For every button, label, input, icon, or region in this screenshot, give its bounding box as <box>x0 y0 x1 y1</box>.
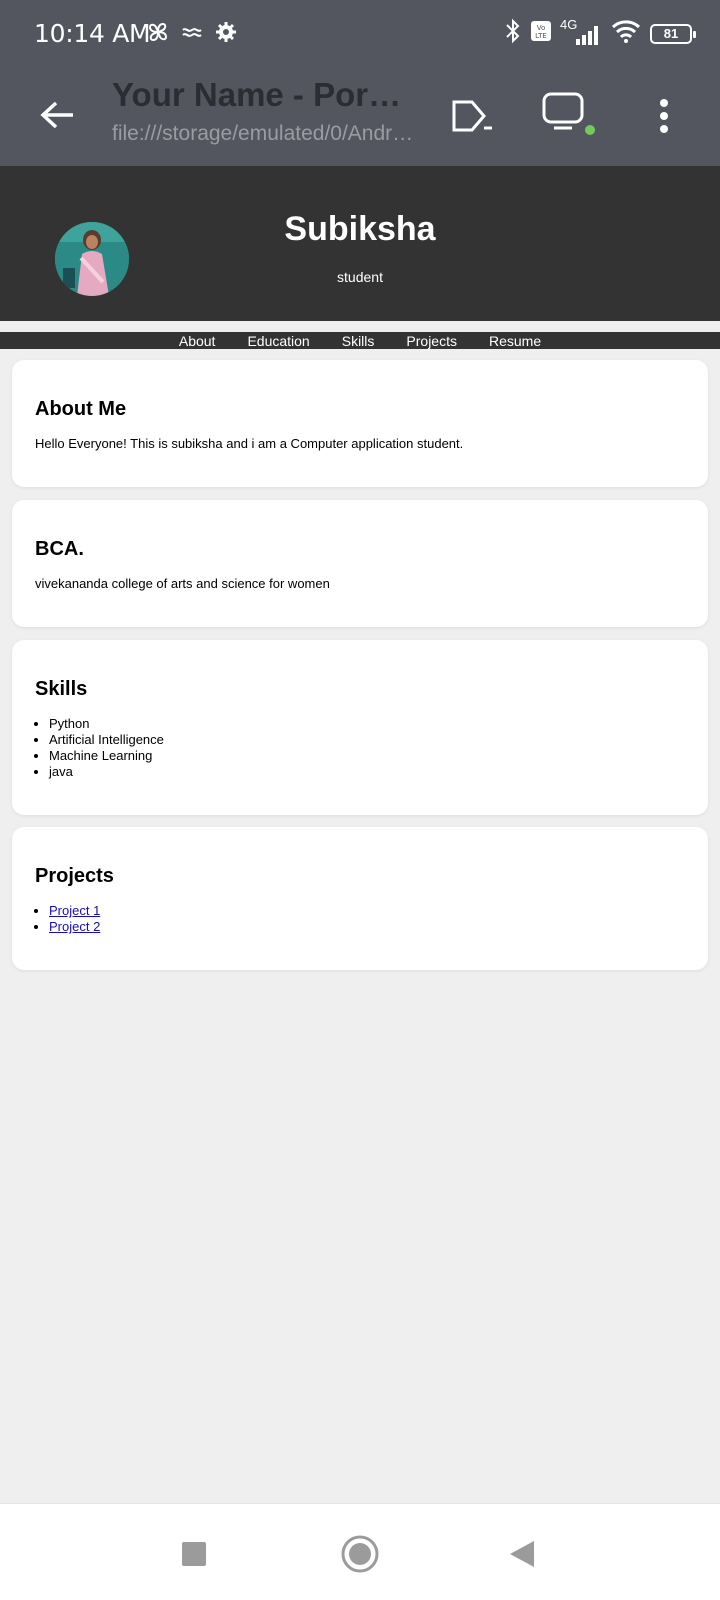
about-text: Hello Everyone! This is subiksha and i a… <box>35 436 464 451</box>
site-tagline: student <box>337 269 383 285</box>
project-item: Project 2 <box>49 919 100 935</box>
skill-item: Artificial Intelligence <box>49 732 164 748</box>
svg-text:LTE: LTE <box>535 32 547 40</box>
desktop-view-button[interactable] <box>540 88 596 144</box>
about-heading: About Me <box>35 398 127 420</box>
open-external-icon <box>452 100 492 132</box>
nav-link-resume[interactable]: Resume <box>489 333 541 349</box>
site-name: Subiksha <box>284 210 436 248</box>
status-bar: 10:14 AM Vo LTE 4G 81 <box>0 0 720 70</box>
project-link-1[interactable]: Project 1 <box>49 903 100 918</box>
data-saver-icon <box>180 20 204 49</box>
recents-button[interactable] <box>174 1534 214 1574</box>
home-button[interactable] <box>340 1534 380 1574</box>
open-in-app-button[interactable] <box>444 88 500 144</box>
projects-section: Projects Project 1 Project 2 <box>12 827 708 970</box>
browser-toolbar: Your Name - Portfolio file:///storage/em… <box>0 70 720 166</box>
nav-link-projects[interactable]: Projects <box>406 333 457 349</box>
site-nav: About Education Skills Projects Resume <box>0 332 720 349</box>
skill-item: Python <box>49 716 164 732</box>
system-nav-bar <box>0 1503 720 1600</box>
skills-section: Skills Python Artificial Intelligence Ma… <box>12 640 708 815</box>
projects-heading: Projects <box>35 865 114 887</box>
page-url[interactable]: file:///storage/emulated/0/Android/data/… <box>112 122 417 146</box>
bluetooth-icon <box>504 18 522 49</box>
home-circle-icon <box>341 1535 379 1573</box>
nav-link-skills[interactable]: Skills <box>342 333 375 349</box>
back-nav-button[interactable] <box>502 1534 542 1574</box>
project-link-2[interactable]: Project 2 <box>49 919 100 934</box>
education-heading: BCA. <box>35 538 84 560</box>
skill-item: java <box>49 764 164 780</box>
education-text: vivekananda college of arts and science … <box>35 576 330 591</box>
overflow-menu-icon <box>660 99 668 133</box>
project-item: Project 1 <box>49 903 100 919</box>
wifi-icon <box>610 18 642 49</box>
nav-link-education[interactable]: Education <box>247 333 309 349</box>
settings-gear-icon <box>214 20 238 49</box>
square-icon <box>182 1542 206 1566</box>
svg-text:Vo: Vo <box>537 24 546 32</box>
status-time: 10:14 AM <box>34 19 151 48</box>
fan-icon <box>146 20 170 49</box>
battery-indicator: 81 <box>650 23 696 44</box>
page-title: Your Name - Portfolio <box>112 76 412 113</box>
about-section: About Me Hello Everyone! This is subiksh… <box>12 360 708 487</box>
volte-icon: Vo LTE <box>530 20 552 47</box>
triangle-back-icon <box>510 1541 534 1567</box>
status-right-icons: Vo LTE 4G 81 <box>504 17 696 49</box>
skill-item: Machine Learning <box>49 748 164 764</box>
skills-heading: Skills <box>35 678 88 700</box>
status-left-icons <box>146 20 238 49</box>
nav-link-about[interactable]: About <box>179 333 216 349</box>
projects-list: Project 1 Project 2 <box>49 903 100 935</box>
back-button[interactable] <box>32 90 82 140</box>
more-options-button[interactable] <box>636 88 692 144</box>
skills-list: Python Artificial Intelligence Machine L… <box>49 716 164 780</box>
education-section: BCA. vivekananda college of arts and sci… <box>12 500 708 627</box>
monitor-icon <box>542 92 595 135</box>
site-header: Subiksha student <box>0 166 720 321</box>
back-arrow-icon <box>40 101 73 129</box>
signal-icon: 4G <box>560 17 602 47</box>
